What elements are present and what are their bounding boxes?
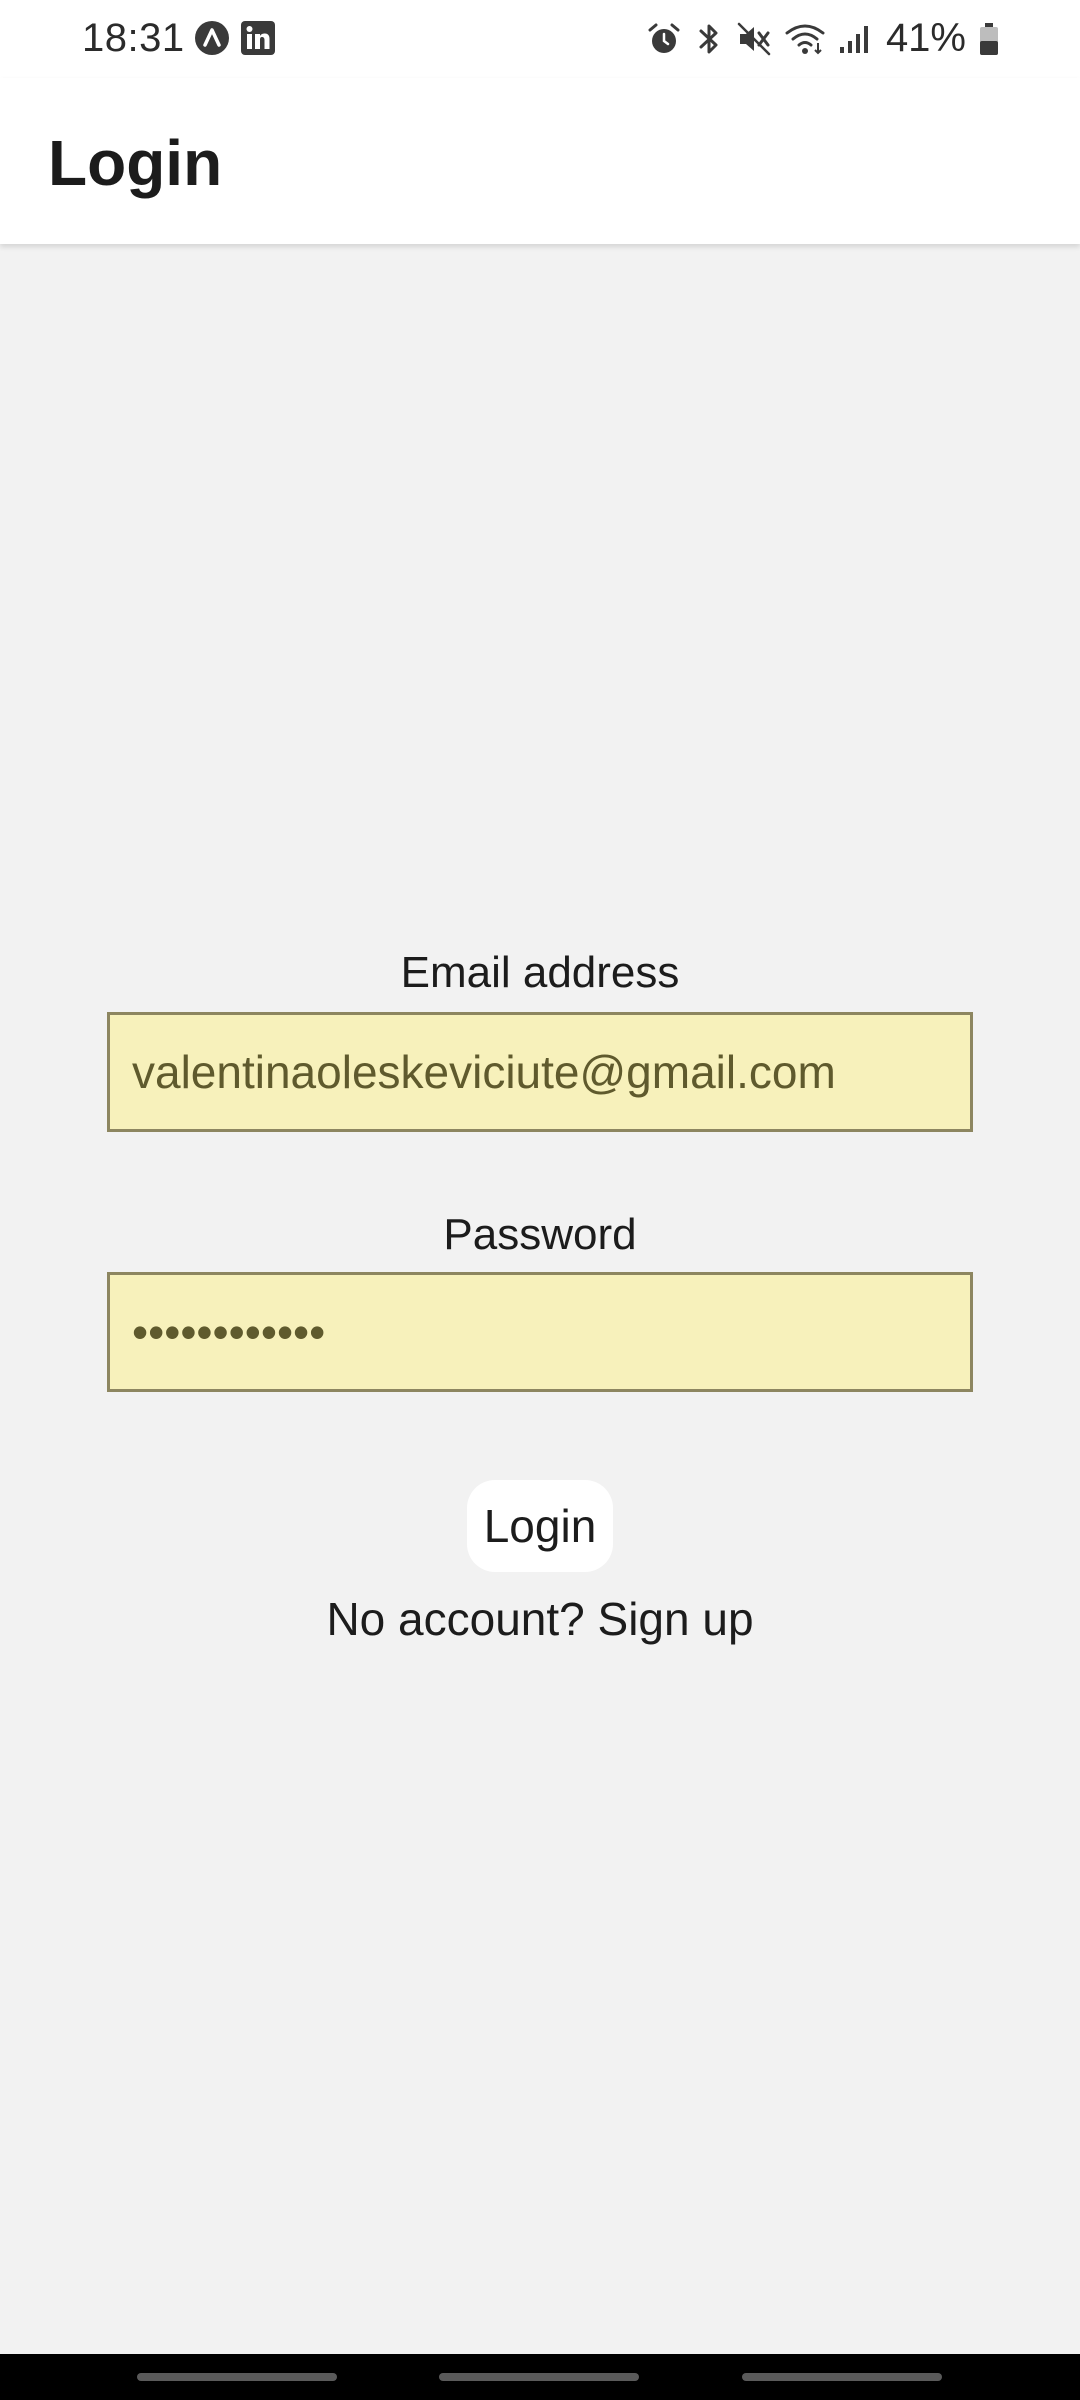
wifi-icon	[784, 21, 826, 57]
login-button[interactable]: Login	[467, 1480, 613, 1572]
nav-recents-handle[interactable]	[137, 2373, 337, 2381]
signup-link[interactable]: No account? Sign up	[0, 1592, 1080, 1646]
status-bar: 18:31 41%	[0, 0, 1080, 78]
page-title: Login	[48, 127, 223, 199]
mute-icon	[736, 21, 772, 57]
status-left-icons	[194, 20, 276, 56]
nav-back-handle[interactable]	[742, 2373, 942, 2381]
bluetooth-icon	[694, 21, 724, 57]
notification-a-icon	[194, 20, 230, 56]
email-field[interactable]: valentinaoleskeviciute@gmail.com	[107, 1012, 973, 1132]
status-right-icons: 41%	[646, 16, 1000, 61]
email-label: Email address	[400, 948, 680, 997]
password-field[interactable]: ••••••••••••	[107, 1272, 973, 1392]
system-nav-bar	[0, 2354, 1080, 2400]
battery-percentage: 41%	[885, 16, 966, 60]
signal-icon	[838, 21, 870, 57]
status-time: 18:31	[82, 16, 185, 60]
app-bar: Login	[0, 78, 1080, 244]
password-label: Password	[443, 1210, 637, 1259]
linkedin-icon	[240, 20, 276, 56]
alarm-icon	[646, 21, 682, 57]
battery-icon	[978, 21, 1000, 57]
nav-home-handle[interactable]	[439, 2373, 639, 2381]
